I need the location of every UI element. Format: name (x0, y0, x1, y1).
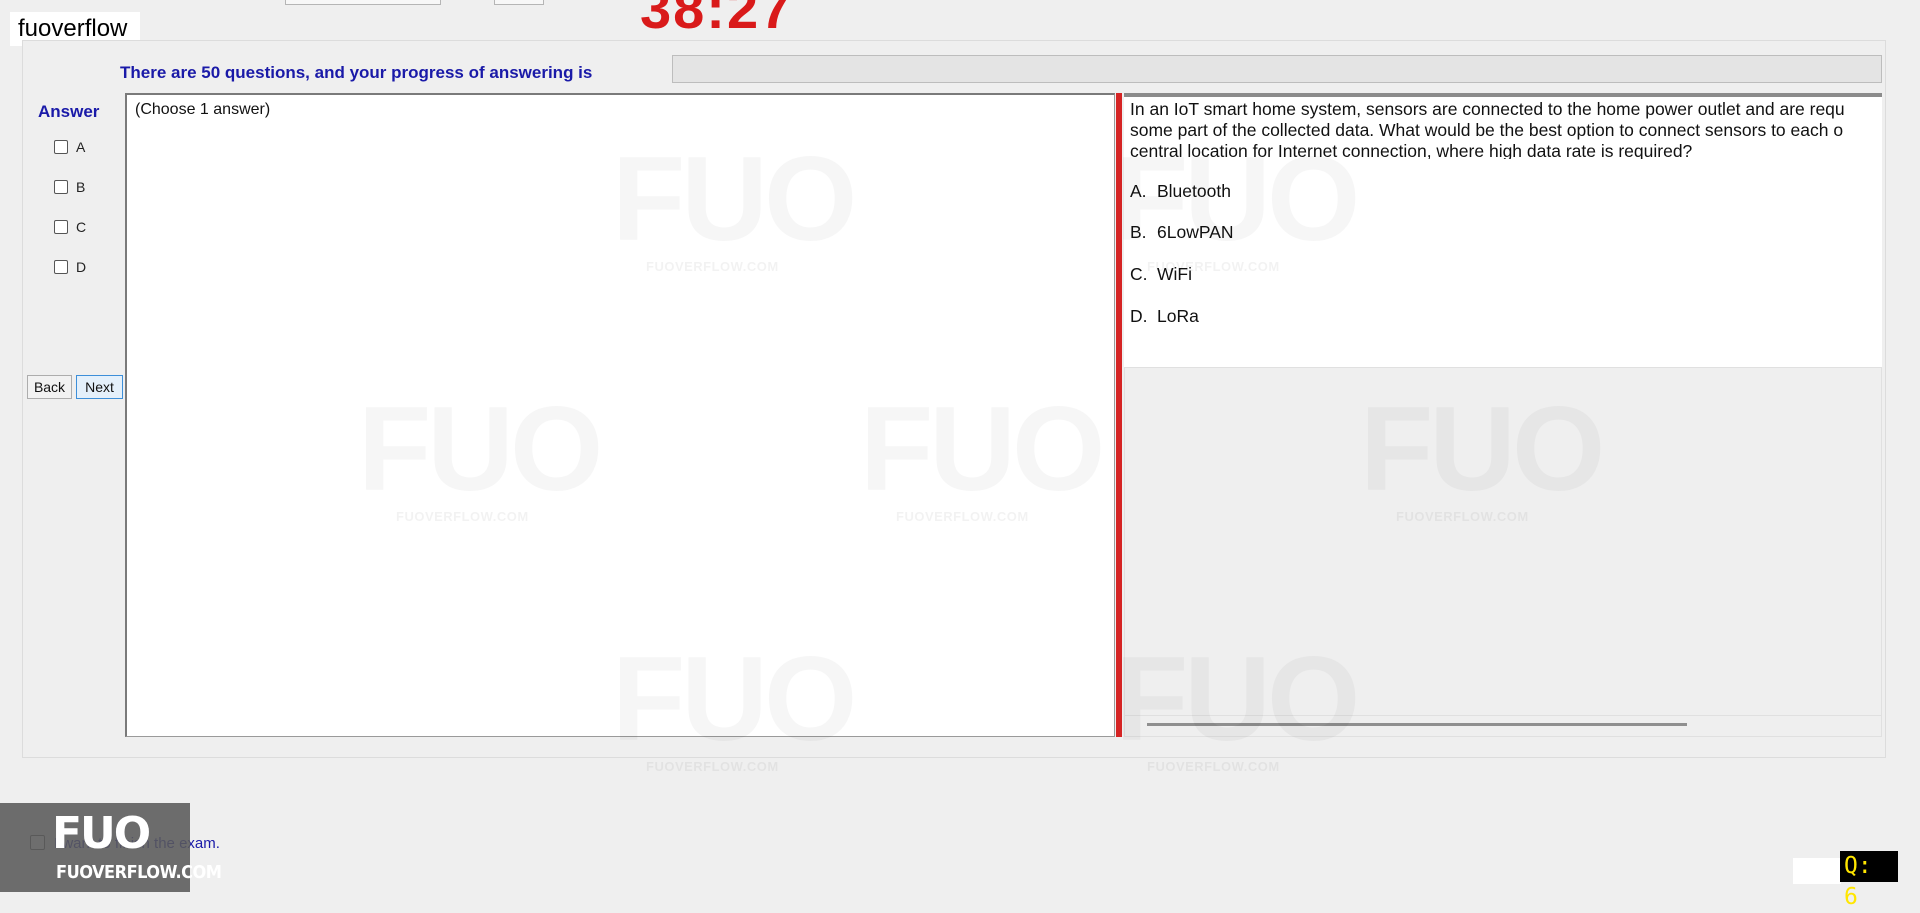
question-option-c: C. WiFi (1130, 264, 1192, 285)
option-text: Bluetooth (1157, 181, 1231, 201)
horizontal-scrollbar-thumb[interactable] (1147, 723, 1687, 726)
answer-pane (125, 93, 1115, 737)
pane-splitter[interactable] (1116, 93, 1122, 737)
question-option-a: A. Bluetooth (1130, 181, 1231, 202)
question-pane-empty-area (1124, 367, 1882, 737)
next-button[interactable]: Next (76, 375, 123, 399)
option-text: 6LowPAN (1157, 222, 1234, 242)
answer-option-d[interactable]: D (54, 258, 86, 276)
question-line: some part of the collected data. What wo… (1130, 120, 1844, 140)
option-text: LoRa (1157, 306, 1199, 326)
option-letter: C. (1130, 264, 1148, 284)
top-dropdown[interactable] (285, 0, 441, 5)
answer-d-checkbox[interactable] (54, 260, 68, 274)
answer-c-checkbox[interactable] (54, 220, 68, 234)
choose-instruction: (Choose 1 answer) (135, 101, 271, 118)
answer-option-c[interactable]: C (54, 218, 86, 236)
answer-title: Answer (38, 102, 100, 121)
fuo-logo-site: FUOVERFLOW.COM (56, 862, 222, 883)
progress-bar (672, 55, 1882, 83)
question-line: In an IoT smart home system, sensors are… (1130, 99, 1845, 119)
question-option-d: D. LoRa (1130, 306, 1199, 327)
answer-option-label: C (76, 219, 87, 235)
option-letter: B. (1130, 222, 1147, 242)
answer-b-checkbox[interactable] (54, 180, 68, 194)
watermark-text: FUOVERFLOW.COM (646, 759, 779, 774)
option-letter: A. (1130, 181, 1147, 201)
question-number-badge: Q: 6 (1840, 851, 1898, 910)
back-button[interactable]: Back (27, 375, 72, 399)
top-spinner[interactable] (494, 0, 544, 5)
watermark-text: FUOVERFLOW.COM (1147, 759, 1280, 774)
question-option-b: B. 6LowPAN (1130, 222, 1234, 243)
question-line: central location for Internet connection… (1130, 141, 1693, 159)
answer-option-label: B (76, 179, 86, 195)
option-text: WiFi (1157, 264, 1192, 284)
answer-option-b[interactable]: B (54, 178, 85, 196)
progress-label: There are 50 questions, and your progres… (120, 63, 593, 82)
countdown-timer: 38:27 (640, 0, 794, 40)
badge-backdrop (1793, 858, 1841, 884)
option-letter: D. (1130, 306, 1148, 326)
question-text: In an IoT smart home system, sensors are… (1130, 99, 1882, 159)
answer-option-label: D (76, 259, 87, 275)
answer-a-checkbox[interactable] (54, 140, 68, 154)
answer-option-label: A (76, 139, 86, 155)
fuo-logo-mark: FUO (52, 808, 151, 859)
answer-option-a[interactable]: A (54, 138, 85, 156)
